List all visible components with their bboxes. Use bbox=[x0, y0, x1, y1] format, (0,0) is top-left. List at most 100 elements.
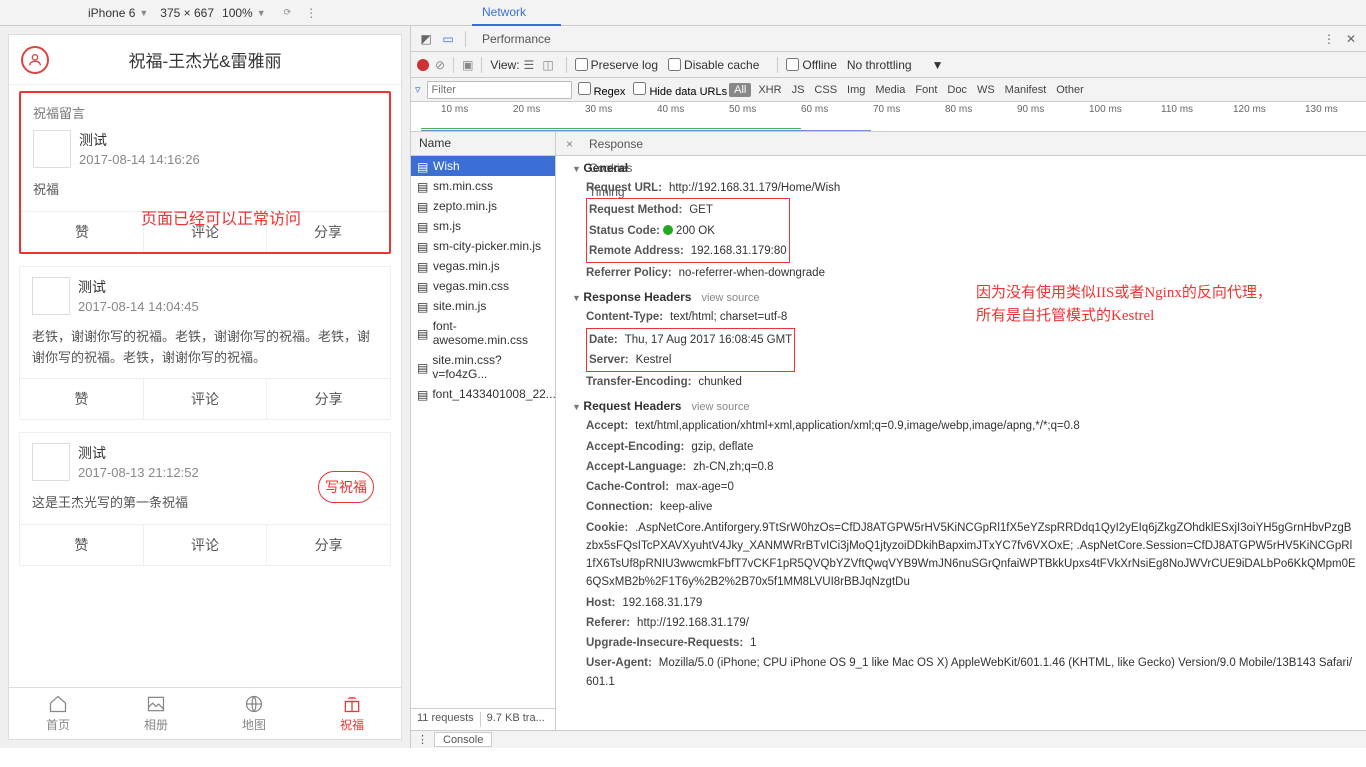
annotation-text: 因为没有使用类似IIS或者Nginx的反向代理， 所有是自托管模式的Kestre… bbox=[976, 282, 1272, 327]
inspect-icon[interactable]: ◩ bbox=[418, 31, 434, 47]
filter-type-all[interactable]: All bbox=[729, 83, 751, 97]
devtools-tab-network[interactable]: Network bbox=[472, 0, 561, 26]
capture-icon[interactable]: ▣ bbox=[462, 58, 473, 72]
offline-checkbox[interactable]: Offline bbox=[786, 58, 836, 72]
device-preview-pane: 祝福-王杰光&雷雅丽 祝福留言 测试 2017-08-14 14:16:26 bbox=[0, 26, 410, 748]
tab-home[interactable]: 首页 bbox=[9, 688, 107, 739]
regex-checkbox[interactable]: Regex bbox=[578, 82, 626, 98]
tab-wish[interactable]: 祝福 bbox=[303, 688, 401, 739]
request-row[interactable]: ▤zepto.min.js bbox=[411, 196, 555, 216]
filter-icon[interactable]: ▿ bbox=[415, 83, 421, 96]
share-button[interactable]: 分享 bbox=[266, 525, 390, 565]
filter-bar: ▿ Regex Hide data URLs All XHR JS CSS Img Med… bbox=[411, 78, 1366, 102]
post-avatar bbox=[33, 130, 71, 168]
file-icon: ▤ bbox=[417, 327, 429, 339]
disable-cache-checkbox[interactable]: Disable cache bbox=[668, 58, 759, 72]
file-icon: ▤ bbox=[417, 160, 429, 172]
file-icon: ▤ bbox=[417, 240, 429, 252]
post-avatar bbox=[32, 443, 70, 481]
file-icon: ▤ bbox=[417, 388, 428, 400]
like-button[interactable]: 赞 bbox=[21, 212, 143, 252]
file-icon: ▤ bbox=[417, 361, 428, 373]
like-button[interactable]: 赞 bbox=[20, 379, 143, 419]
general-section[interactable]: General bbox=[572, 158, 1356, 178]
view-label: View: bbox=[490, 58, 519, 72]
filter-type-doc[interactable]: Doc bbox=[947, 84, 967, 96]
preserve-log-checkbox[interactable]: Preserve log bbox=[575, 58, 658, 72]
annotation-overlay: 页面已经可以正常访问 bbox=[141, 205, 301, 229]
request-row[interactable]: ▤font_1433401008_22... bbox=[411, 384, 555, 404]
request-row[interactable]: ▤vegas.min.js bbox=[411, 256, 555, 276]
request-row[interactable]: ▤font-awesome.min.css bbox=[411, 316, 555, 350]
post-author: 测试 bbox=[79, 130, 200, 150]
filter-type-ws[interactable]: WS bbox=[977, 84, 995, 96]
filter-type-font[interactable]: Font bbox=[915, 84, 937, 96]
post-author: 测试 bbox=[78, 443, 199, 463]
more-icon[interactable]: ⋮ bbox=[305, 6, 317, 20]
request-row[interactable]: ▤sm.min.css bbox=[411, 176, 555, 196]
user-icon[interactable] bbox=[21, 46, 49, 74]
filter-type-other[interactable]: Other bbox=[1056, 84, 1084, 96]
like-button[interactable]: 赞 bbox=[20, 525, 143, 565]
filter-type-css[interactable]: CSS bbox=[814, 84, 837, 96]
hide-dataurls-checkbox[interactable]: Hide data URLs bbox=[633, 82, 727, 98]
wish-card: 测试 2017-08-14 14:04:45 老铁，谢谢你写的祝福。老铁，谢谢你… bbox=[19, 266, 391, 421]
rotate-icon[interactable]: ⟳ bbox=[284, 7, 292, 18]
device-toolbar: iPhone 6▼ 375 × 667 100%▼ ⟳ ⋮ bbox=[0, 0, 1366, 26]
file-icon: ▤ bbox=[417, 300, 429, 312]
bottom-nav: 首页 相册 地图 祝福 bbox=[9, 687, 401, 739]
throttle-select[interactable]: No throttling bbox=[847, 58, 912, 72]
tab-album[interactable]: 相册 bbox=[107, 688, 205, 739]
file-icon: ▤ bbox=[417, 260, 429, 272]
more-icon[interactable]: ⋮ bbox=[1321, 31, 1337, 47]
viewport-dims[interactable]: 375 × 667 bbox=[160, 6, 214, 20]
post-body: 老铁，谢谢你写的祝福。老铁，谢谢你写的祝福。老铁，谢谢你写的祝福。老铁，谢谢你写… bbox=[32, 327, 378, 369]
device-mode-icon[interactable]: ▭ bbox=[440, 31, 456, 47]
clear-icon[interactable]: ⊘ bbox=[435, 58, 445, 72]
record-icon[interactable] bbox=[417, 59, 429, 71]
device-select[interactable]: iPhone 6 bbox=[88, 6, 135, 20]
post-author: 测试 bbox=[78, 277, 199, 297]
tab-map[interactable]: 地图 bbox=[205, 688, 303, 739]
request-list: Name ▤Wish▤sm.min.css▤zepto.min.js▤sm.js… bbox=[411, 132, 556, 730]
file-icon: ▤ bbox=[417, 180, 429, 192]
request-row[interactable]: ▤Wish bbox=[411, 156, 555, 176]
devtools-tabs: ◩ ▭ ElementsConsoleSourcesNetworkPerform… bbox=[411, 26, 1366, 52]
request-row[interactable]: ▤site.min.css?v=fo4zG... bbox=[411, 350, 555, 384]
page-title: 祝福-王杰光&雷雅丽 bbox=[49, 47, 361, 72]
request-row[interactable]: ▤vegas.min.css bbox=[411, 276, 555, 296]
write-wish-button[interactable]: 写祝福 bbox=[318, 471, 374, 503]
drawer: ⋮ Console bbox=[411, 730, 1366, 748]
devtools-tab-performance[interactable]: Performance bbox=[472, 26, 561, 52]
comment-button[interactable]: 评论 bbox=[143, 525, 267, 565]
view-list-icon[interactable]: ☰ bbox=[524, 58, 535, 72]
timeline[interactable]: 10 ms20 ms30 ms40 ms50 ms60 ms70 ms80 ms… bbox=[411, 102, 1366, 132]
drawer-console-tab[interactable]: Console bbox=[434, 732, 492, 747]
wish-card: 祝福留言 测试 2017-08-14 14:16:26 祝福 赞 评论 bbox=[19, 91, 391, 254]
zoom-select[interactable]: 100% bbox=[222, 6, 253, 20]
phone-frame: 祝福-王杰光&雷雅丽 祝福留言 测试 2017-08-14 14:16:26 bbox=[8, 34, 402, 740]
request-row[interactable]: ▤site.min.js bbox=[411, 296, 555, 316]
filter-type-media[interactable]: Media bbox=[875, 84, 905, 96]
drawer-menu-icon[interactable]: ⋮ bbox=[417, 733, 428, 746]
filter-type-xhr[interactable]: XHR bbox=[758, 84, 781, 96]
close-icon[interactable]: ✕ bbox=[1343, 31, 1359, 47]
request-detail: × HeadersPreviewResponseCookiesTiming Ge… bbox=[556, 132, 1366, 730]
filter-type-manifest[interactable]: Manifest bbox=[1005, 84, 1047, 96]
close-detail-icon[interactable]: × bbox=[560, 137, 579, 151]
view-frame-icon[interactable]: ◫ bbox=[542, 58, 553, 72]
post-avatar bbox=[32, 277, 70, 315]
post-time: 2017-08-14 14:04:45 bbox=[78, 299, 199, 314]
share-button[interactable]: 分享 bbox=[266, 379, 390, 419]
filter-type-img[interactable]: Img bbox=[847, 84, 865, 96]
filter-type-js[interactable]: JS bbox=[792, 84, 805, 96]
wish-card: 测试 2017-08-13 21:12:52 这是王杰光写的第一条祝福 赞 评论… bbox=[19, 432, 391, 566]
comment-button[interactable]: 评论 bbox=[143, 379, 267, 419]
request-status-bar: 11 requests 9.7 KB tra... bbox=[411, 708, 555, 730]
request-row[interactable]: ▤sm-city-picker.min.js bbox=[411, 236, 555, 256]
detail-tab-response[interactable]: Response bbox=[579, 132, 653, 156]
filter-input[interactable] bbox=[427, 81, 572, 99]
request-row[interactable]: ▤sm.js bbox=[411, 216, 555, 236]
request-headers-section[interactable]: Request Headersview source bbox=[572, 396, 1356, 416]
name-column-header[interactable]: Name bbox=[411, 132, 555, 156]
